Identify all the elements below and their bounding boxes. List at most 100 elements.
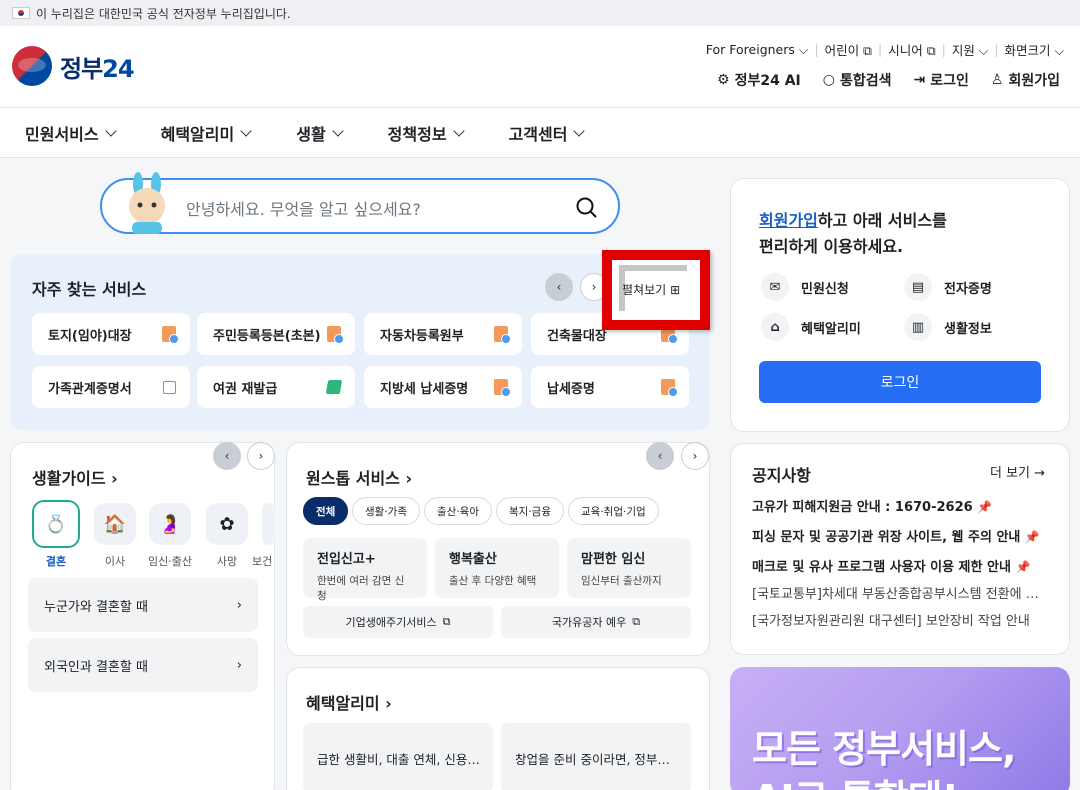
life-guide-title[interactable]: 생활가이드 › <box>32 465 118 489</box>
benefit-item[interactable]: 급한 생활비, 대출 연체, 신용… <box>303 723 493 790</box>
join-text-link[interactable]: 회원가입 <box>759 211 818 230</box>
expand-view-button[interactable]: 펼쳐보기 ⊞ <box>622 281 680 298</box>
next-button[interactable]: › <box>247 442 275 470</box>
pin-icon: 📌 <box>977 500 993 514</box>
filter-pill[interactable]: 복지·금융 <box>496 497 564 525</box>
service-item[interactable]: 주민등록등본(초본) <box>197 313 355 355</box>
certificate-icon: ▤ <box>904 273 932 301</box>
official-site-banner: 이 누리집은 대한민국 공식 전자정부 누리집입니다. <box>0 0 1080 26</box>
gnb-item-benefit[interactable]: 혜택알리미 <box>161 121 252 145</box>
one-stop-service-card[interactable]: 맘편한 임신 임신부터 출산까지 <box>567 538 691 598</box>
join-link[interactable]: ♙ 회원가입 <box>991 70 1060 90</box>
external-link-icon <box>163 380 176 394</box>
benefit-title[interactable]: 혜택알리미 › <box>306 690 392 714</box>
search-icon: ○ <box>822 72 835 88</box>
marriage-icon[interactable]: 💍 <box>32 500 80 548</box>
gnb-item-policy[interactable]: 정책정보 <box>388 121 465 145</box>
filter-pill[interactable]: 교육·취업·기업 <box>568 497 659 525</box>
document-icon <box>661 379 678 397</box>
chevron-down-icon <box>452 124 465 137</box>
service-item[interactable]: 지방세 납세증명 <box>364 366 522 408</box>
document-icon <box>494 326 511 344</box>
death-icon[interactable]: ✿ <box>206 503 248 545</box>
user-add-icon: ♙ <box>990 72 1004 88</box>
chevron-right-icon: › <box>258 449 264 463</box>
for-foreigners-link[interactable]: For Foreigners ⌵ <box>706 42 809 58</box>
one-stop-service-card[interactable]: 행복출산 출산 후 다양한 혜택 <box>435 538 559 598</box>
logo-text: 정부 <box>60 54 103 83</box>
grid-icon: ⊞ <box>670 282 681 297</box>
korea-flag-icon <box>12 7 30 19</box>
screen-size-menu[interactable]: 화면크기 ⌵ <box>1005 40 1064 59</box>
notice-item[interactable]: 피싱 문자 및 공공기관 위장 사이트, 웹 주의 안내 📌 <box>752 526 1048 545</box>
chevron-down-icon <box>573 124 586 137</box>
chevron-left-icon: ‹ <box>556 280 562 294</box>
quick-service-life-info[interactable]: ▥ 생활정보 <box>904 313 992 341</box>
filter-pill[interactable]: 출산·육아 <box>424 497 492 525</box>
integrated-search-button[interactable]: ○ 통합검색 <box>823 70 892 90</box>
quick-service-civil[interactable]: ✉ 민원신청 <box>761 273 849 301</box>
kids-link[interactable]: 어린이 ⧉ <box>825 40 872 59</box>
life-label: 결혼 <box>45 555 67 568</box>
login-button[interactable]: 로그인 <box>759 361 1041 403</box>
one-stop-title[interactable]: 원스톱 서비스 › <box>306 465 412 489</box>
gift-icon: ⌂ <box>761 313 789 341</box>
health-icon[interactable] <box>262 503 275 545</box>
life-label: 임신·출산 <box>148 555 192 568</box>
gov24-ai-button[interactable]: ⚙ 정부24 AI <box>717 70 801 90</box>
life-label: 보건 <box>252 555 273 568</box>
gov24-logo[interactable]: 정부24 <box>12 46 135 86</box>
life-label: 이사 <box>104 555 126 568</box>
quick-service-benefit[interactable]: ⌂ 혜택알리미 <box>761 313 861 341</box>
filter-pill-all[interactable]: 전체 <box>303 497 349 525</box>
utility-main: ⚙ 정부24 AI ○ 통합검색 ⇥ 로그인 ♙ 회원가입 <box>717 70 1060 90</box>
prev-button[interactable]: ‹ <box>213 442 241 470</box>
pregnancy-icon[interactable]: 🤰 <box>149 503 191 545</box>
prev-button[interactable]: ‹ <box>646 442 674 470</box>
chevron-right-icon: › <box>236 657 242 673</box>
life-guide-row[interactable]: 누군가와 결혼할 때 › <box>28 578 258 632</box>
chevron-down-icon <box>240 124 252 137</box>
search-placeholder[interactable]: 안녕하세요. 무엇을 알고 싶으세요? <box>186 196 421 220</box>
one-stop-link[interactable]: 기업생애주기서비스 ⧉ <box>303 606 493 638</box>
service-item[interactable]: 납세증명 <box>531 366 689 408</box>
life-label: 사망 <box>216 555 238 568</box>
next-button[interactable]: › <box>681 442 709 470</box>
benefit-item[interactable]: 창업을 준비 중이라면, 정부… <box>501 723 691 790</box>
senior-link[interactable]: 시니어 ⧉ <box>888 40 935 59</box>
one-stop-link[interactable]: 국가유공자 예우 ⧉ <box>501 606 691 638</box>
notice-more-link[interactable]: 더 보기 → <box>990 462 1045 481</box>
pin-icon: 📌 <box>1015 560 1031 574</box>
login-link[interactable]: ⇥ 로그인 <box>914 70 969 90</box>
one-stop-service-card[interactable]: 전입신고+ 한번에 여러 감면 신청 <box>303 538 427 602</box>
notice-title: 공지사항 <box>752 466 811 485</box>
notice-item[interactable]: 매크로 및 유사 프로그램 사용자 이용 제한 안내 📌 <box>752 556 1048 575</box>
bookmark-icon: ▥ <box>904 313 932 341</box>
moving-icon[interactable]: 🏠 <box>94 503 136 545</box>
prev-button[interactable]: ‹ <box>545 273 573 301</box>
gnb-item-civil-service[interactable]: 민원서비스 <box>25 121 117 145</box>
rabbit-mascot-icon <box>129 172 165 234</box>
official-site-text: 이 누리집은 대한민국 공식 전자정부 누리집입니다. <box>36 6 291 21</box>
quick-service-certificate[interactable]: ▤ 전자증명 <box>904 273 992 301</box>
notice-item[interactable]: [국가정보자원관리원 대구센터] 보안장비 작업 안내 <box>752 610 1048 629</box>
external-link-icon: ⧉ <box>632 615 641 628</box>
life-guide-row[interactable]: 외국인과 결혼할 때 › <box>28 638 258 692</box>
ai-icon: ⚙ <box>717 72 730 88</box>
banner-headline: 모든 정부서비스, <box>752 727 1016 771</box>
support-menu[interactable]: 지원 ⌵ <box>952 40 988 59</box>
service-item[interactable]: 여권 재발급 <box>197 366 355 408</box>
notice-item[interactable]: 고유가 피해지원금 안내 : 1670-2626 📌 <box>752 496 1048 515</box>
gnb-item-life[interactable]: 생활 <box>296 121 344 145</box>
service-item[interactable]: 토지(임야)대장 <box>32 313 190 355</box>
chevron-right-icon: › <box>692 449 698 463</box>
external-link-icon: ⧉ <box>442 615 451 628</box>
gnb-item-customer-center[interactable]: 고객센터 <box>509 121 586 145</box>
search-icon[interactable] <box>575 196 599 220</box>
notice-item[interactable]: [국토교통부]차세대 부동산종합공부시스템 전환에 따른… <box>752 583 1048 602</box>
document-icon <box>327 326 344 344</box>
edit-icon <box>325 380 343 394</box>
filter-pill[interactable]: 생활·가족 <box>352 497 420 525</box>
service-item[interactable]: 가족관계증명서 <box>32 366 190 408</box>
service-item[interactable]: 자동차등록원부 <box>364 313 522 355</box>
